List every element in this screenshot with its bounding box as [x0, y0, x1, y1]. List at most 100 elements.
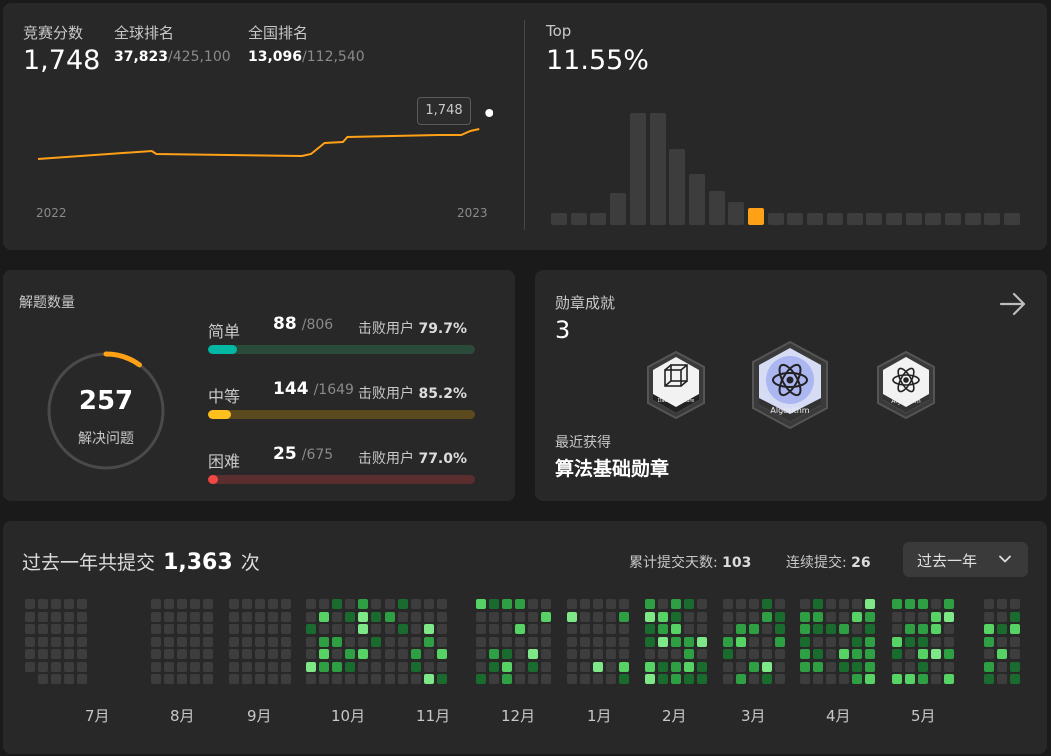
heatmap-day[interactable]: [489, 661, 499, 672]
heatmap-day[interactable]: [918, 624, 928, 634]
heatmap-day[interactable]: [865, 661, 875, 672]
heatmap-day[interactable]: [489, 599, 499, 609]
heatmap-day[interactable]: [51, 636, 61, 647]
heatmap-day[interactable]: [645, 661, 655, 672]
heatmap-day[interactable]: [345, 624, 355, 634]
heatmap-day[interactable]: [541, 624, 551, 634]
heatmap-day[interactable]: [944, 599, 954, 609]
heatmap-day[interactable]: [931, 624, 941, 634]
heatmap-day[interactable]: [77, 636, 87, 647]
heatmap-day[interactable]: [398, 599, 408, 609]
heatmap-day[interactable]: [411, 599, 421, 609]
heatmap-day[interactable]: [411, 611, 421, 622]
heatmap-day[interactable]: [619, 636, 629, 647]
heatmap-day[interactable]: [997, 674, 1007, 684]
heatmap-day[interactable]: [411, 661, 421, 672]
heatmap-day[interactable]: [77, 661, 87, 672]
heatmap-day[interactable]: [567, 674, 577, 684]
heatmap-day[interactable]: [242, 636, 252, 647]
heatmap-day[interactable]: [944, 636, 954, 647]
heatmap-day[interactable]: [25, 611, 35, 622]
heatmap-day[interactable]: [319, 649, 329, 659]
heatmap-day[interactable]: [268, 599, 278, 609]
heatmap-day[interactable]: [190, 636, 200, 647]
heatmap-day[interactable]: [1010, 661, 1020, 672]
heatmap-day[interactable]: [203, 636, 213, 647]
heatmap-day[interactable]: [229, 661, 239, 672]
heatmap-day[interactable]: [151, 599, 161, 609]
heatmap-day[interactable]: [306, 674, 316, 684]
heatmap-day[interactable]: [51, 661, 61, 672]
heatmap-day[interactable]: [800, 636, 810, 647]
heatmap-day[interactable]: [229, 611, 239, 622]
heatmap-day[interactable]: [918, 611, 928, 622]
heatmap-day[interactable]: [749, 636, 759, 647]
heatmap-day[interactable]: [332, 624, 342, 634]
heatmap-day[interactable]: [905, 649, 915, 659]
heatmap-day[interactable]: [567, 611, 577, 622]
heatmap-day[interactable]: [839, 611, 849, 622]
heatmap-day[interactable]: [775, 599, 785, 609]
heatmap-day[interactable]: [749, 599, 759, 609]
heatmap-day[interactable]: [813, 649, 823, 659]
heatmap-day[interactable]: [918, 661, 928, 672]
heatmap-day[interactable]: [619, 624, 629, 634]
heatmap-day[interactable]: [281, 611, 291, 622]
heatmap-day[interactable]: [190, 624, 200, 634]
heatmap-day[interactable]: [203, 611, 213, 622]
heatmap-day[interactable]: [839, 599, 849, 609]
heatmap-day[interactable]: [839, 624, 849, 634]
heatmap-day[interactable]: [580, 661, 590, 672]
heatmap-day[interactable]: [541, 611, 551, 622]
heatmap-day[interactable]: [164, 649, 174, 659]
heatmap-day[interactable]: [177, 649, 187, 659]
heatmap-day[interactable]: [306, 611, 316, 622]
heatmap-day[interactable]: [190, 649, 200, 659]
heatmap-day[interactable]: [984, 661, 994, 672]
heatmap-day[interactable]: [476, 624, 486, 634]
heatmap-day[interactable]: [51, 599, 61, 609]
heatmap-day[interactable]: [541, 649, 551, 659]
heatmap-day[interactable]: [749, 674, 759, 684]
heatmap-day[interactable]: [658, 611, 668, 622]
heatmap-day[interactable]: [658, 624, 668, 634]
heatmap-day[interactable]: [944, 674, 954, 684]
heatmap-day[interactable]: [268, 661, 278, 672]
heatmap-day[interactable]: [865, 649, 875, 659]
heatmap-day[interactable]: [437, 611, 447, 622]
heatmap-day[interactable]: [411, 624, 421, 634]
heatmap-day[interactable]: [567, 624, 577, 634]
heatmap-day[interactable]: [892, 674, 902, 684]
heatmap-day[interactable]: [749, 649, 759, 659]
heatmap-day[interactable]: [476, 599, 486, 609]
heatmap-day[interactable]: [371, 661, 381, 672]
heatmap-day[interactable]: [684, 624, 694, 634]
heatmap-day[interactable]: [177, 661, 187, 672]
heatmap-day[interactable]: [905, 624, 915, 634]
heatmap-day[interactable]: [918, 649, 928, 659]
heatmap-day[interactable]: [476, 636, 486, 647]
heatmap-day[interactable]: [306, 636, 316, 647]
heatmap-day[interactable]: [800, 624, 810, 634]
heatmap-day[interactable]: [800, 674, 810, 684]
heatmap-day[interactable]: [671, 611, 681, 622]
heatmap-day[interactable]: [775, 636, 785, 647]
heatmap-day[interactable]: [684, 649, 694, 659]
heatmap-day[interactable]: [619, 674, 629, 684]
heatmap-day[interactable]: [38, 611, 48, 622]
heatmap-day[interactable]: [658, 649, 668, 659]
heatmap-day[interactable]: [424, 599, 434, 609]
heatmap-day[interactable]: [723, 611, 733, 622]
heatmap-day[interactable]: [984, 611, 994, 622]
heatmap-day[interactable]: [619, 611, 629, 622]
heatmap-day[interactable]: [1010, 636, 1020, 647]
heatmap-day[interactable]: [736, 661, 746, 672]
heatmap-day[interactable]: [839, 674, 849, 684]
heatmap-day[interactable]: [697, 624, 707, 634]
heatmap-day[interactable]: [671, 624, 681, 634]
heatmap-day[interactable]: [736, 649, 746, 659]
heatmap-day[interactable]: [762, 599, 772, 609]
heatmap-day[interactable]: [371, 611, 381, 622]
heatmap-day[interactable]: [281, 649, 291, 659]
heatmap-day[interactable]: [723, 599, 733, 609]
